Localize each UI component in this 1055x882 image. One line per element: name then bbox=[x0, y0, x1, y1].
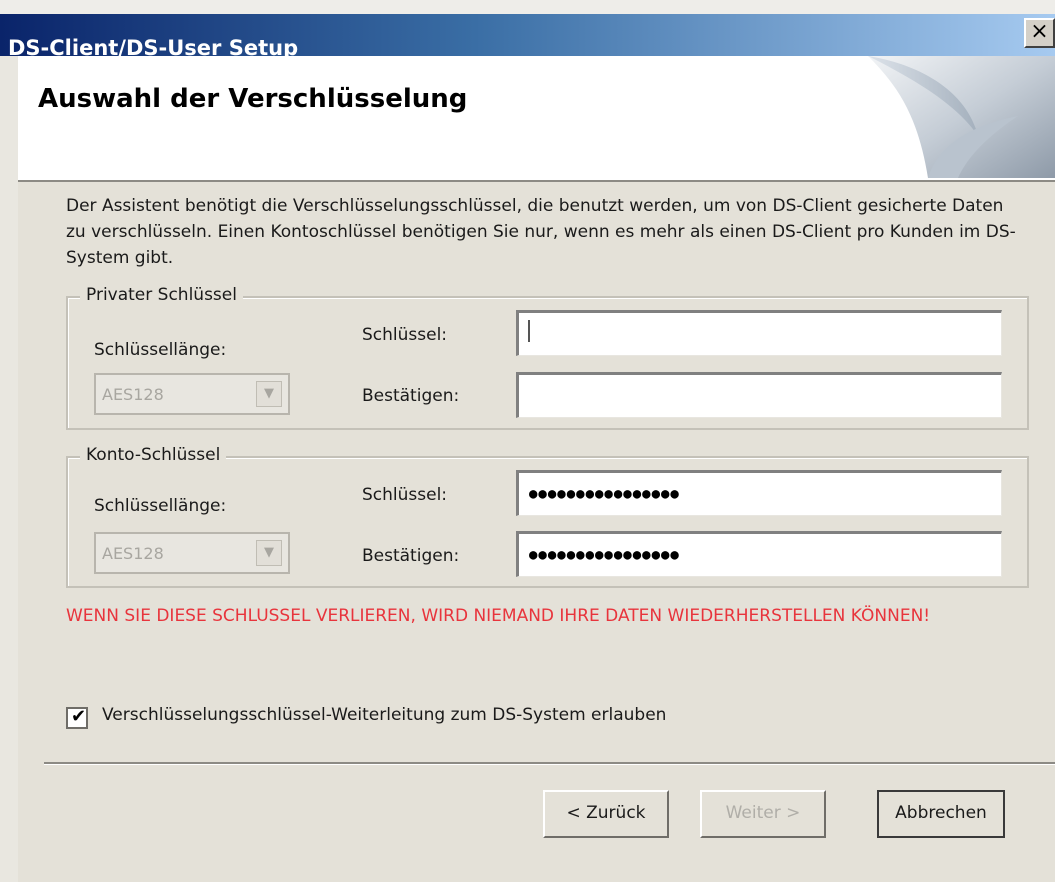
private-key-length-label: Schlüssellänge: bbox=[94, 340, 227, 360]
wizard-header: Auswahl der Verschlüsselung bbox=[18, 56, 1055, 182]
account-key-length-value: AES128 bbox=[102, 544, 164, 563]
private-key-label: Schlüssel: bbox=[362, 325, 448, 345]
back-button[interactable]: < Zurück bbox=[543, 790, 669, 838]
chevron-down-icon[interactable]: ▼ bbox=[256, 381, 282, 407]
private-key-length-select[interactable]: AES128 ▼ bbox=[94, 373, 290, 415]
description-text: Der Assistent benötigt die Verschlüsselu… bbox=[66, 196, 1016, 268]
account-key-length-select[interactable]: AES128 ▼ bbox=[94, 532, 290, 574]
next-button[interactable]: Weiter > bbox=[700, 790, 826, 838]
account-confirm-input[interactable] bbox=[516, 531, 1002, 577]
private-confirm-input[interactable] bbox=[516, 372, 1002, 418]
forwarding-label[interactable]: Verschlüsselungsschlüssel-Weiterleitung … bbox=[102, 705, 666, 725]
chevron-down-icon[interactable]: ▼ bbox=[256, 540, 282, 566]
account-key-group-title: Konto-Schlüssel bbox=[80, 445, 227, 465]
account-confirm-label: Bestätigen: bbox=[362, 546, 460, 566]
private-key-length-value: AES128 bbox=[102, 385, 164, 404]
footer-separator bbox=[44, 762, 1055, 765]
private-key-input[interactable] bbox=[516, 310, 1002, 356]
page-title: Auswahl der Verschlüsselung bbox=[38, 84, 468, 114]
account-key-label: Schlüssel: bbox=[362, 485, 448, 505]
private-key-group-title: Privater Schlüssel bbox=[80, 285, 243, 305]
account-key-input[interactable] bbox=[516, 470, 1002, 516]
page-curl-graphic bbox=[868, 56, 1055, 178]
setup-dialog: DS-Client/DS-User Setup × Auswahl der Ve… bbox=[0, 0, 1055, 882]
checkmark-icon: ✔ bbox=[71, 706, 87, 727]
text-caret bbox=[528, 320, 530, 342]
private-confirm-label: Bestätigen: bbox=[362, 386, 460, 406]
warning-text: WENN SIE DIESE SCHLUSSEL VERLIEREN, WIRD… bbox=[66, 606, 931, 626]
window-top-strip bbox=[0, 0, 1055, 14]
left-border bbox=[0, 56, 18, 882]
account-key-length-label: Schlüssellänge: bbox=[94, 496, 227, 516]
cancel-button[interactable]: Abbrechen bbox=[877, 790, 1005, 838]
forwarding-checkbox[interactable]: ✔ bbox=[66, 706, 88, 729]
title-bar[interactable]: DS-Client/DS-User Setup bbox=[0, 14, 1055, 60]
close-button[interactable]: × bbox=[1024, 18, 1055, 48]
